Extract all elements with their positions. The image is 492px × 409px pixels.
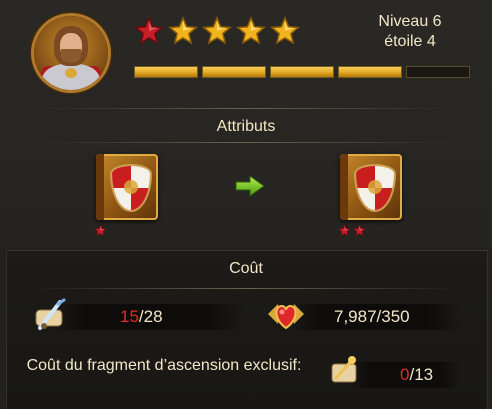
green-arrow-right-icon — [235, 175, 265, 197]
red-star-icon — [353, 224, 366, 237]
gold-star-icon — [202, 16, 232, 45]
from-star-rating — [94, 224, 107, 237]
progress-segment — [134, 66, 198, 78]
star-label: étoile 4 — [384, 33, 436, 50]
scroll-quill-icon[interactable] — [30, 296, 70, 336]
progress-segment — [202, 66, 266, 78]
star-progress-bar — [134, 66, 470, 78]
divider — [40, 142, 452, 143]
gold-star-icon — [236, 16, 266, 45]
ascension-fragment-icon[interactable] — [324, 352, 364, 392]
gold-star-icon — [270, 16, 300, 45]
resource1-need: 28 — [143, 307, 163, 326]
fragment-cost-label: Coût du fragment d’ascension exclusif: — [26, 357, 302, 374]
heart-medal-icon[interactable] — [264, 294, 308, 334]
heraldic-book-icon[interactable] — [340, 154, 402, 220]
hero-star-rating — [134, 16, 300, 46]
attributes-title: Attributs — [216, 118, 276, 135]
progress-segment — [406, 66, 470, 78]
fragment-need: 13 — [414, 365, 434, 384]
to-star-rating — [338, 224, 366, 237]
hero-portrait-icon[interactable] — [34, 16, 108, 90]
red-star-icon — [134, 16, 164, 45]
hero-level-info: Niveau 6 étoile 4 — [350, 12, 470, 52]
level-label: Niveau 6 — [378, 13, 442, 30]
progress-segment — [270, 66, 334, 78]
red-star-icon — [338, 224, 351, 237]
divider — [30, 288, 462, 289]
progress-segment — [338, 66, 402, 78]
resource1-have: 15 — [120, 307, 139, 326]
fragment-amount: 0/13 — [400, 362, 433, 388]
heraldic-book-icon[interactable] — [96, 154, 158, 220]
gold-star-icon — [168, 16, 198, 45]
red-star-icon — [94, 224, 107, 237]
divider — [40, 108, 452, 109]
resource1-amount: 15/28 — [120, 304, 163, 330]
cost-title: Coût — [229, 260, 263, 277]
resource2-amount: 7,987/350 — [334, 307, 410, 326]
